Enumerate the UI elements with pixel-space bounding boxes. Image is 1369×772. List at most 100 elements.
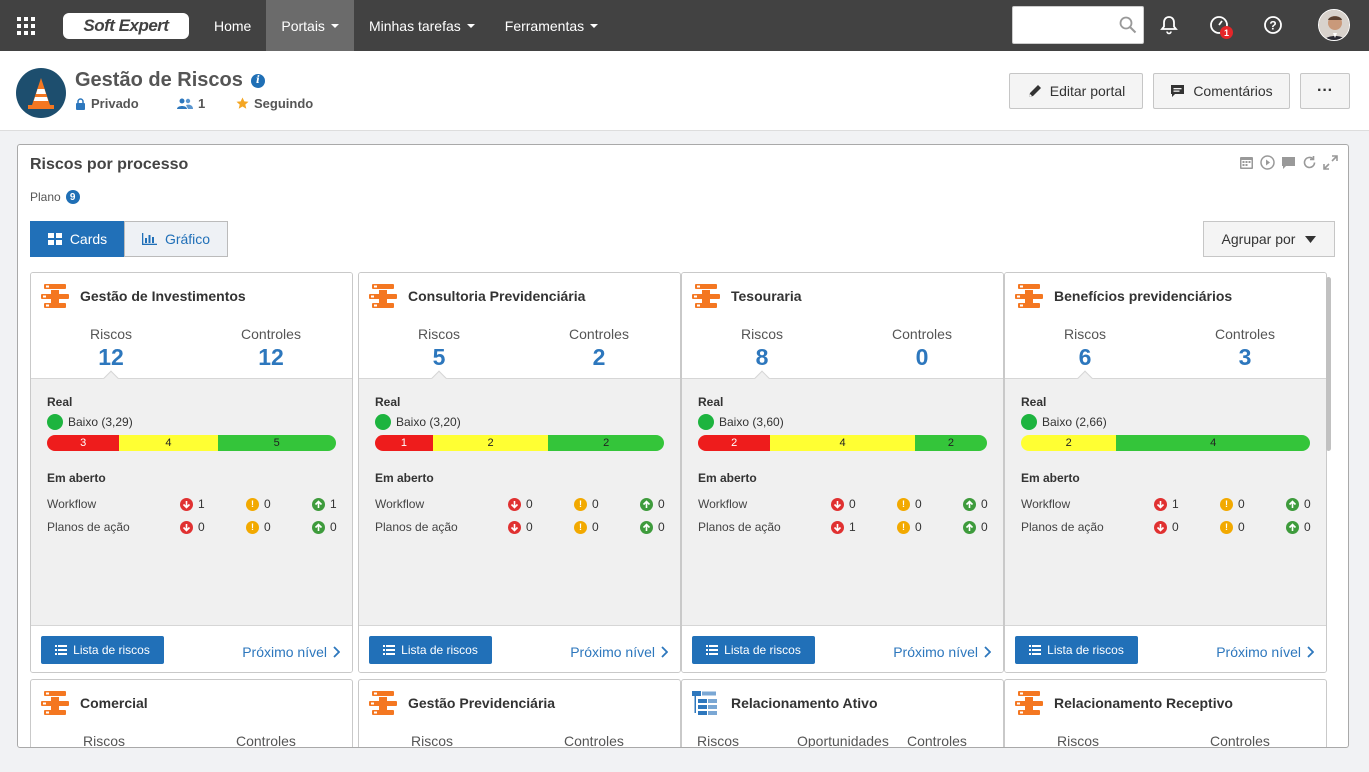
- following-status[interactable]: Seguindo: [236, 96, 313, 111]
- members-count[interactable]: 1: [177, 96, 205, 111]
- workflow-late-indicator[interactable]: 0: [831, 497, 856, 511]
- comments-button[interactable]: Comentários: [1153, 73, 1290, 109]
- chevron-right-icon: [661, 646, 668, 658]
- user-avatar[interactable]: [1318, 9, 1350, 41]
- process-card-body: Real Baixo (3,60) 242 Em aberto Workflow…: [682, 379, 1003, 625]
- planos-late-indicator[interactable]: 1: [831, 520, 856, 534]
- risk-bar-segment: 3: [47, 435, 120, 451]
- process-card-title[interactable]: Gestão de Investimentos: [80, 288, 246, 304]
- workflow-ontime-indicator[interactable]: 1: [312, 497, 337, 511]
- planos-warning-indicator[interactable]: ! 0: [574, 520, 599, 534]
- workflow-warning-indicator[interactable]: ! 0: [897, 497, 922, 511]
- proximo-nivel-link[interactable]: Próximo nível: [242, 644, 340, 660]
- list-icon: [1029, 645, 1042, 655]
- list-icon: [706, 645, 719, 655]
- risk-distribution-bar[interactable]: 24: [1021, 435, 1310, 451]
- planos-ontime-indicator[interactable]: 0: [312, 520, 337, 534]
- process-card-title[interactable]: Benefícios previdenciários: [1054, 288, 1232, 304]
- calendar-icon[interactable]: [1239, 155, 1254, 170]
- planos-late-indicator[interactable]: 0: [180, 520, 205, 534]
- timer-icon[interactable]: 1: [1208, 14, 1233, 39]
- proximo-nivel-link[interactable]: Próximo nível: [570, 644, 668, 660]
- lista-de-riscos-button[interactable]: Lista de riscos: [692, 636, 815, 664]
- lista-de-riscos-button[interactable]: Lista de riscos: [369, 636, 492, 664]
- process-card-title[interactable]: Gestão Previdenciária: [408, 695, 555, 711]
- softexpert-logo[interactable]: Soft Expert: [63, 12, 189, 39]
- planos-late-count: 0: [1172, 520, 1179, 534]
- risk-distribution-bar[interactable]: 242: [698, 435, 987, 451]
- expand-icon[interactable]: [1323, 155, 1338, 170]
- risk-distribution-bar[interactable]: 122: [375, 435, 664, 451]
- workflow-ontime-indicator[interactable]: 0: [640, 497, 665, 511]
- controles-stat[interactable]: Controles 12: [211, 326, 331, 371]
- comment-icon[interactable]: [1281, 155, 1296, 170]
- workflow-ontime-count: 0: [658, 497, 665, 511]
- proximo-nivel-link[interactable]: Próximo nível: [1216, 644, 1314, 660]
- planos-late-indicator[interactable]: 0: [1154, 520, 1179, 534]
- workflow-warning-indicator[interactable]: ! 0: [246, 497, 271, 511]
- planos-warning-indicator[interactable]: ! 0: [246, 520, 271, 534]
- process-card-title[interactable]: Comercial: [80, 695, 148, 711]
- risk-level: Baixo (3,20): [375, 414, 461, 430]
- controles-stat[interactable]: Controles 0: [862, 326, 982, 371]
- risk-distribution-bar[interactable]: 345: [47, 435, 336, 451]
- nav-ferramentas[interactable]: Ferramentas: [490, 0, 613, 51]
- comment-icon: [1171, 85, 1185, 97]
- apps-menu-icon[interactable]: [0, 0, 52, 51]
- planos-ontime-indicator[interactable]: 0: [640, 520, 665, 534]
- exclamation-icon: !: [1220, 520, 1233, 534]
- controles-stat[interactable]: Controles 2: [539, 326, 659, 371]
- stat-label: Riscos: [1057, 733, 1100, 748]
- panel-scrollbar[interactable]: [1326, 277, 1331, 451]
- lista-de-riscos-button[interactable]: Lista de riscos: [41, 636, 164, 664]
- refresh-icon[interactable]: [1302, 155, 1317, 170]
- process-icon: [1015, 283, 1043, 314]
- chevron-right-icon: [1307, 646, 1314, 658]
- nav-home[interactable]: Home: [199, 0, 266, 51]
- tab-grafico[interactable]: Gráfico: [124, 221, 228, 257]
- more-options-button[interactable]: ···: [1300, 73, 1350, 109]
- group-by-dropdown[interactable]: Agrupar por: [1203, 221, 1335, 257]
- riscos-stat[interactable]: Riscos 8: [702, 326, 822, 371]
- proximo-nivel-link[interactable]: Próximo nível: [893, 644, 991, 660]
- workflow-ontime-indicator[interactable]: 0: [963, 497, 988, 511]
- workflow-label: Workflow: [1021, 497, 1071, 511]
- edit-portal-button[interactable]: Editar portal: [1009, 73, 1143, 109]
- info-icon[interactable]: i: [250, 73, 265, 88]
- privacy-label: Privado: [91, 96, 139, 111]
- play-icon[interactable]: [1260, 155, 1275, 170]
- tab-cards[interactable]: Cards: [30, 221, 125, 257]
- planos-warning-indicator[interactable]: ! 0: [897, 520, 922, 534]
- workflow-warning-indicator[interactable]: ! 0: [574, 497, 599, 511]
- workflow-late-indicator[interactable]: 1: [180, 497, 205, 511]
- process-card-body: Real Baixo (3,20) 122 Em aberto Workflow…: [359, 379, 680, 625]
- process-card-title[interactable]: Tesouraria: [731, 288, 802, 304]
- process-card-header: Comercial Riscos Controles: [31, 680, 352, 747]
- arrow-up-icon: [963, 520, 976, 534]
- workflow-warning-indicator[interactable]: ! 0: [1220, 497, 1245, 511]
- planos-ontime-indicator[interactable]: 0: [1286, 520, 1311, 534]
- lista-de-riscos-button[interactable]: Lista de riscos: [1015, 636, 1138, 664]
- process-card-title[interactable]: Consultoria Previdenciária: [408, 288, 585, 304]
- planos-late-indicator[interactable]: 0: [508, 520, 533, 534]
- riscos-count: 8: [755, 344, 769, 370]
- nav-portais[interactable]: Portais: [266, 0, 354, 51]
- process-card-footer: Lista de riscos Próximo nível: [1005, 625, 1326, 672]
- process-card: Benefícios previdenciários Riscos 6 Cont…: [1004, 272, 1327, 673]
- search-input[interactable]: [1012, 6, 1144, 44]
- riscos-stat[interactable]: Riscos 6: [1025, 326, 1145, 371]
- search-icon[interactable]: [1119, 16, 1137, 34]
- planos-warning-indicator[interactable]: ! 0: [1220, 520, 1245, 534]
- process-card-title[interactable]: Relacionamento Ativo: [731, 695, 878, 711]
- workflow-ontime-indicator[interactable]: 0: [1286, 497, 1311, 511]
- planos-ontime-indicator[interactable]: 0: [963, 520, 988, 534]
- process-card-title[interactable]: Relacionamento Receptivo: [1054, 695, 1233, 711]
- workflow-late-indicator[interactable]: 0: [508, 497, 533, 511]
- bell-icon[interactable]: [1158, 14, 1180, 36]
- riscos-stat[interactable]: Riscos 12: [51, 326, 171, 371]
- workflow-late-indicator[interactable]: 1: [1154, 497, 1179, 511]
- help-icon[interactable]: ?: [1262, 14, 1284, 36]
- nav-minhas-tarefas[interactable]: Minhas tarefas: [354, 0, 490, 51]
- controles-stat[interactable]: Controles 3: [1185, 326, 1305, 371]
- riscos-stat[interactable]: Riscos 5: [379, 326, 499, 371]
